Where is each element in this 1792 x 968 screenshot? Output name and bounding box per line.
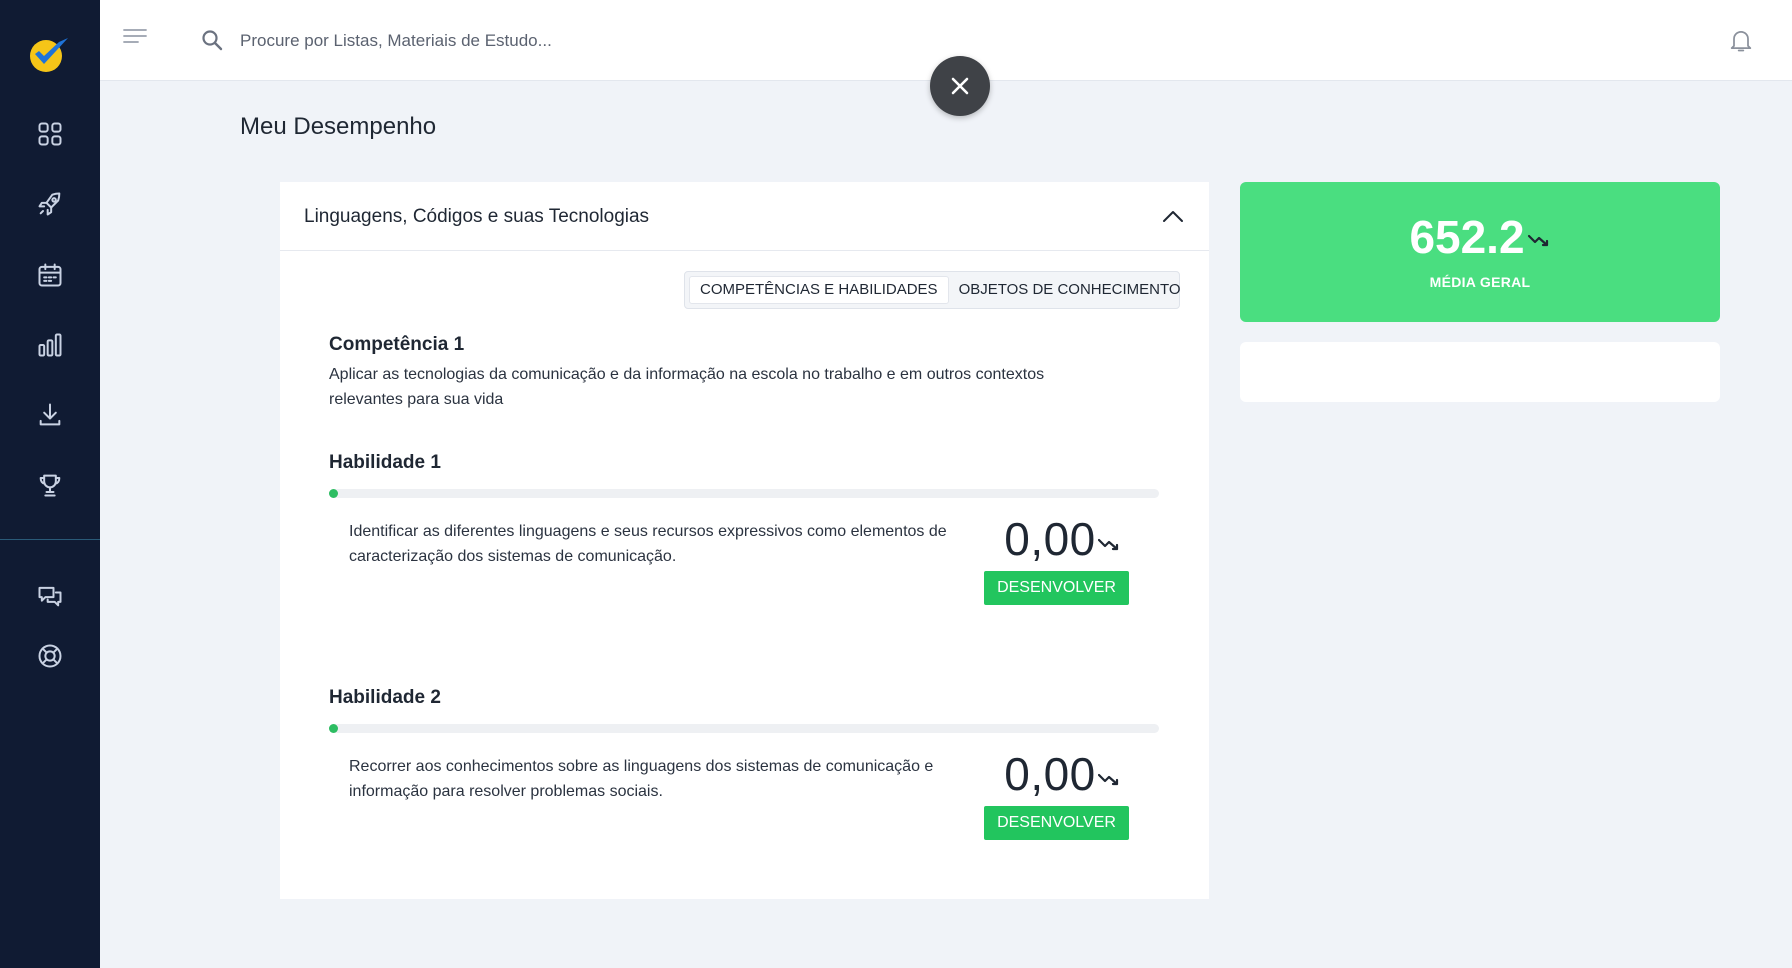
tab-objetos-conhecimento[interactable]: OBJETOS DE CONHECIMENTO	[949, 276, 1191, 304]
sidebar	[0, 0, 100, 968]
develop-button[interactable]: DESENVOLVER	[984, 571, 1129, 605]
average-score-label: MÉDIA GERAL	[1429, 274, 1531, 290]
menu-icon[interactable]	[122, 26, 148, 46]
skill-progress-fill	[329, 489, 338, 498]
develop-button[interactable]: DESENVOLVER	[984, 806, 1129, 840]
average-score: 652.2	[1240, 210, 1720, 264]
calendar-icon[interactable]	[34, 259, 66, 291]
skill-score: 0,00	[997, 512, 1127, 566]
view-tabs: COMPETÊNCIAS E HABILIDADES OBJETOS DE CO…	[684, 271, 1181, 309]
check-logo-icon[interactable]	[26, 34, 72, 74]
chevron-up-icon[interactable]	[1160, 204, 1186, 230]
close-button[interactable]	[930, 56, 990, 116]
skill-progress-bar	[329, 724, 1159, 733]
download-icon[interactable]	[34, 399, 66, 431]
skill-score: 0,00	[997, 747, 1127, 801]
sidebar-divider	[0, 539, 100, 540]
dashboard-grid-icon[interactable]	[34, 118, 66, 150]
bar-chart-icon[interactable]	[34, 329, 66, 361]
trend-down-icon	[1097, 773, 1118, 786]
trend-down-icon	[1527, 234, 1548, 247]
empty-card	[1240, 342, 1720, 402]
tab-competencias-habilidades[interactable]: COMPETÊNCIAS E HABILIDADES	[689, 276, 949, 304]
skill-item: Habilidade 1 Identificar as diferentes l…	[329, 452, 1159, 605]
close-icon	[951, 77, 969, 95]
skill-score-value: 0,00	[1004, 748, 1096, 800]
skill-title: Habilidade 1	[329, 452, 441, 473]
average-score-value: 652.2	[1409, 211, 1525, 263]
skill-progress-fill	[329, 724, 338, 733]
skill-description: Identificar as diferentes linguagens e s…	[349, 523, 947, 565]
search-input[interactable]	[240, 26, 760, 56]
rocket-icon[interactable]	[34, 188, 66, 220]
area-title: Linguagens, Códigos e suas Tecnologias	[304, 206, 650, 227]
skill-title: Habilidade 2	[329, 687, 441, 708]
skill-item: Habilidade 2 Recorrer aos conhecimentos …	[329, 687, 1159, 840]
area-card-header[interactable]: Linguagens, Códigos e suas Tecnologias	[280, 182, 1209, 251]
chat-bubbles-icon[interactable]	[34, 580, 66, 612]
skill-score-value: 0,00	[1004, 513, 1096, 565]
trend-down-icon	[1097, 538, 1118, 551]
bell-icon[interactable]	[1727, 26, 1755, 54]
average-score-card: 652.2 MÉDIA GERAL	[1240, 182, 1720, 322]
competence-description: Aplicar as tecnologias da comunicação e …	[329, 366, 1045, 408]
competence-title: Competência 1	[329, 334, 465, 355]
skill-description: Recorrer aos conhecimentos sobre as ling…	[349, 758, 934, 800]
trophy-icon[interactable]	[34, 469, 66, 501]
area-card: Linguagens, Códigos e suas Tecnologias C…	[280, 182, 1209, 899]
search-icon	[202, 30, 223, 51]
skill-progress-bar	[329, 489, 1159, 498]
lifebuoy-icon[interactable]	[34, 640, 66, 672]
page-title: Meu Desempenho	[240, 113, 437, 140]
